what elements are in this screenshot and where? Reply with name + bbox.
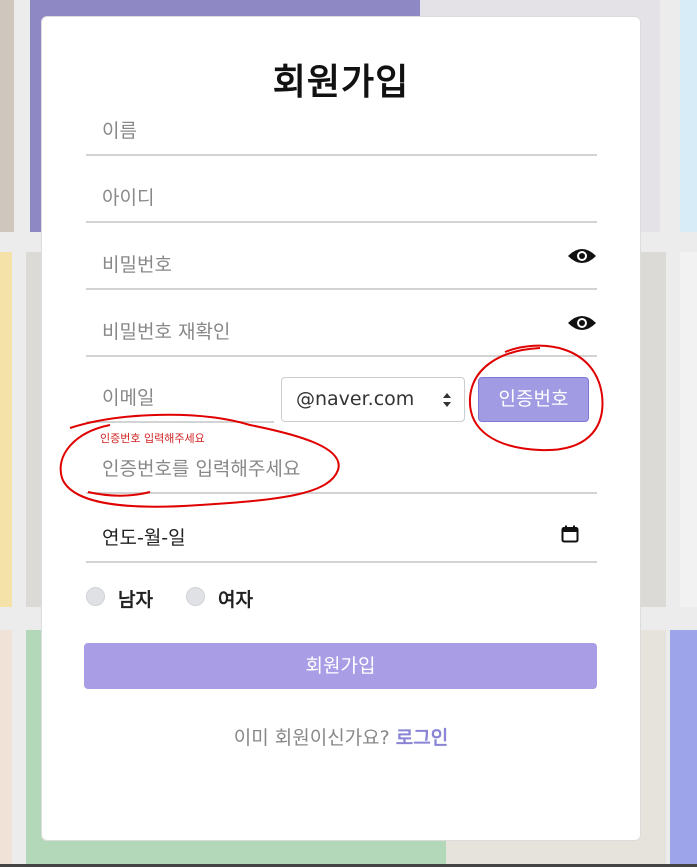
background-tile: [680, 0, 697, 232]
password-confirm-placeholder: 비밀번호 재확인: [102, 321, 231, 343]
email-placeholder: 이메일: [102, 387, 155, 409]
background-tile: [680, 252, 697, 607]
birthdate-placeholder: 연도-월-일: [102, 527, 186, 549]
email-domain-value: @naver.com: [296, 388, 415, 410]
login-link[interactable]: 로그인: [396, 727, 448, 749]
login-prompt-text: 이미 회원이신가요?: [233, 727, 390, 749]
verify-code-placeholder: 인증번호를 입력해주세요: [102, 458, 301, 480]
verify-code-button[interactable]: 인증번호: [478, 377, 589, 422]
calendar-icon[interactable]: [561, 525, 579, 543]
gender-female-label: 여자: [218, 589, 253, 611]
name-field[interactable]: 이름: [86, 104, 597, 156]
background-tile: [0, 252, 12, 607]
password-placeholder: 비밀번호: [102, 254, 172, 276]
id-placeholder: 아이디: [102, 187, 155, 209]
page-title: 회원가입: [272, 62, 410, 103]
verify-code-field[interactable]: 인증번호를 입력해주세요: [86, 442, 597, 494]
eye-icon[interactable]: [567, 246, 597, 266]
select-arrows-icon: [443, 393, 451, 407]
name-placeholder: 이름: [102, 120, 137, 142]
email-domain-select[interactable]: @naver.com: [281, 377, 465, 422]
signup-card: 회원가입 이름 아이디 비밀번호 비밀번호 재확인 이메일 @naver.com…: [41, 16, 641, 841]
id-field[interactable]: 아이디: [86, 171, 597, 223]
eye-icon[interactable]: [567, 313, 597, 333]
background-tile: [670, 630, 697, 867]
gender-female-option[interactable]: 여자: [186, 585, 266, 613]
signup-submit-button[interactable]: 회원가입: [84, 643, 597, 689]
gender-male-option[interactable]: 남자: [86, 585, 166, 613]
gender-male-label: 남자: [118, 589, 153, 611]
password-confirm-field[interactable]: 비밀번호 재확인: [86, 305, 597, 357]
password-field[interactable]: 비밀번호: [86, 238, 597, 290]
email-field[interactable]: 이메일: [86, 371, 274, 423]
gender-male-radio[interactable]: [86, 587, 105, 606]
gender-female-radio[interactable]: [186, 587, 205, 606]
login-prompt-line: 이미 회원이신가요? 로그인: [42, 723, 640, 750]
background-tile: [0, 0, 14, 232]
background-tile: [0, 630, 12, 867]
birthdate-field[interactable]: 연도-월-일: [86, 511, 597, 563]
